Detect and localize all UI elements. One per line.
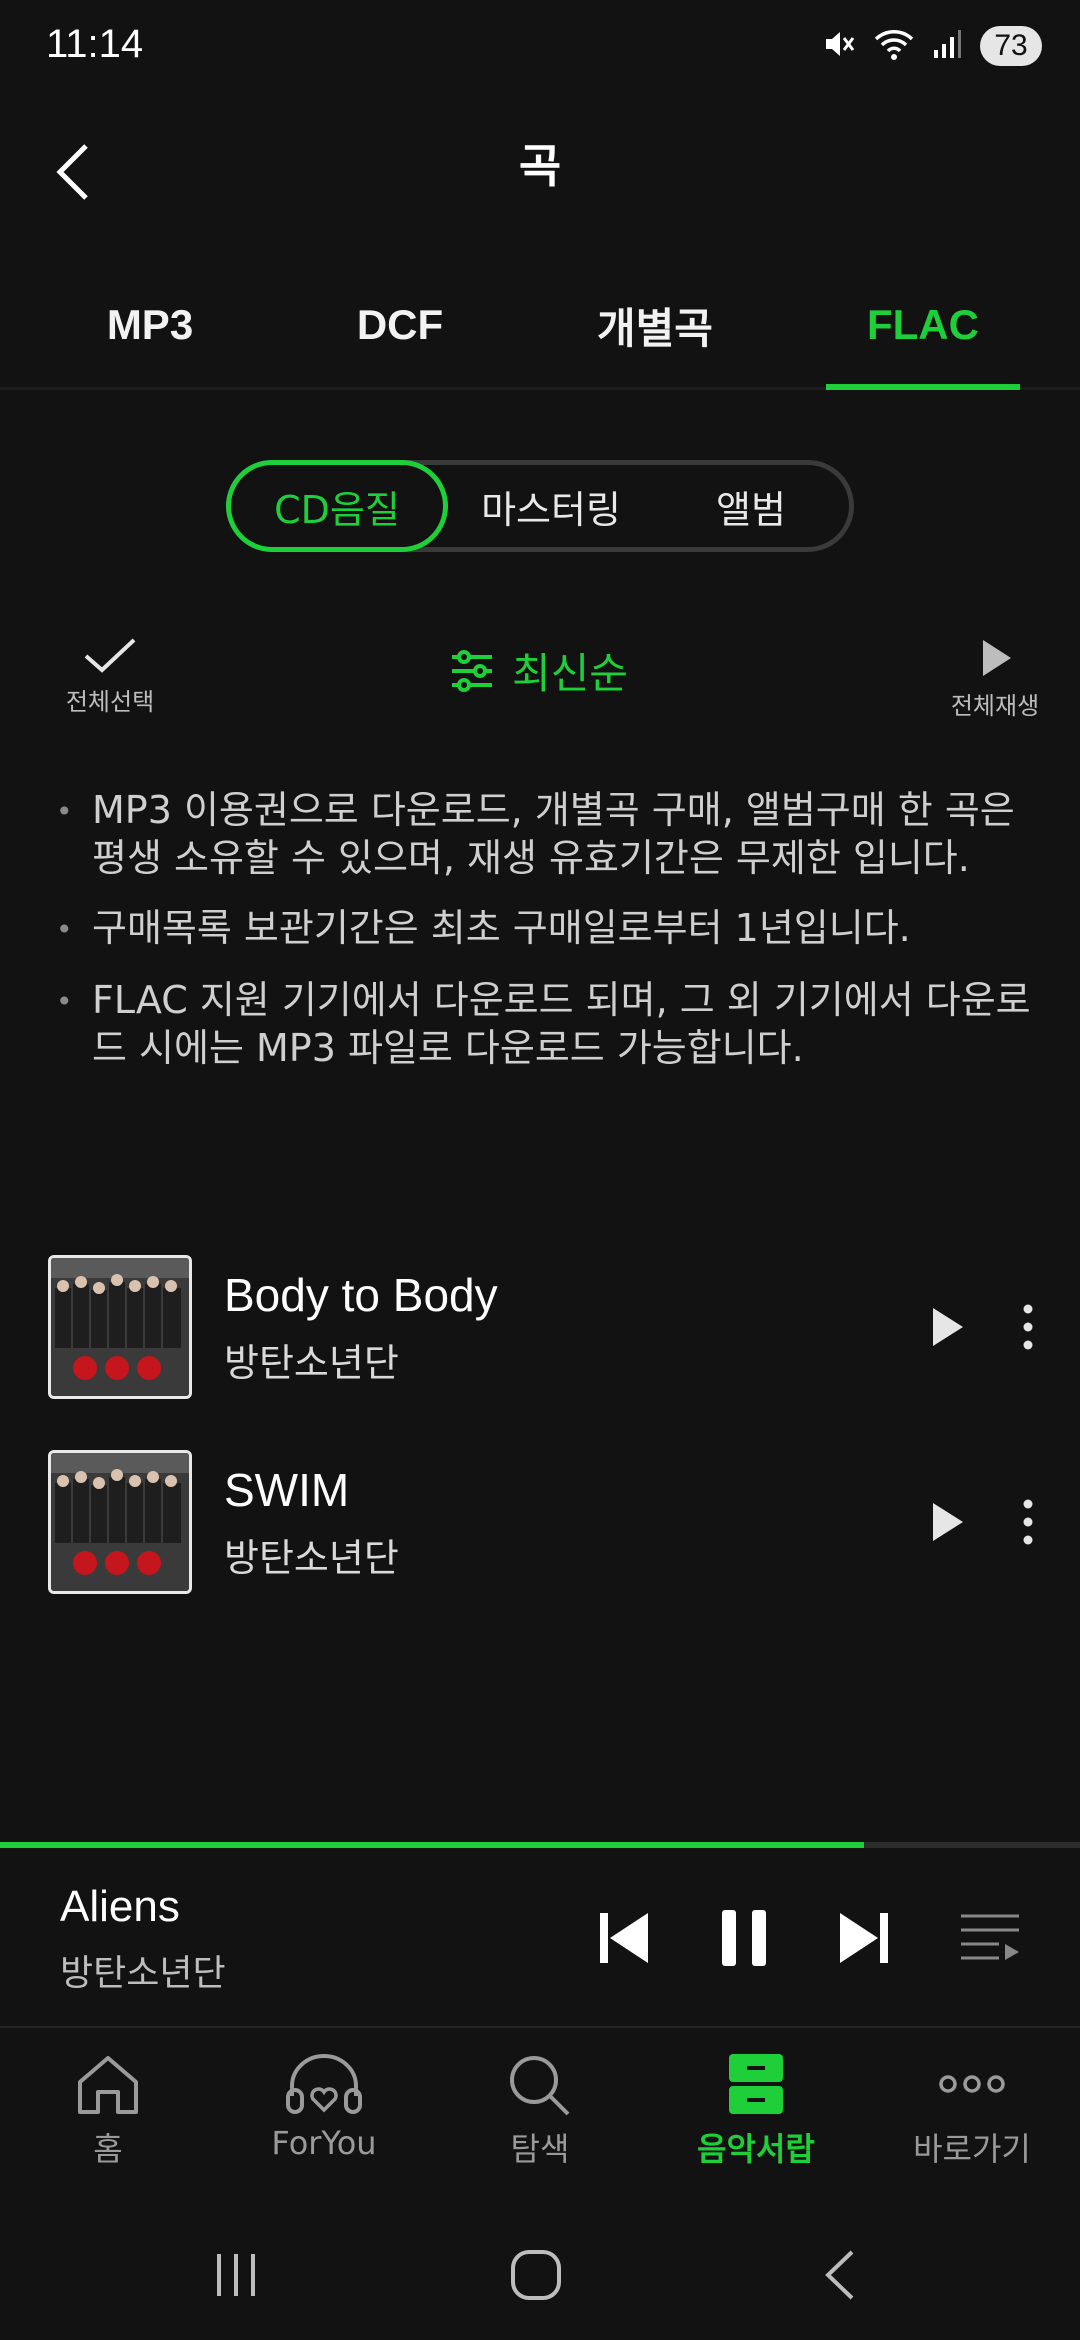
nav-label: 음악서랍 bbox=[697, 2130, 815, 2168]
select-all-label: 전체선택 bbox=[65, 688, 155, 716]
bottom-nav: 홈 ForYou 탐색 음악서랍 바로가기 bbox=[0, 2030, 1080, 2180]
segment-mastering[interactable]: 마스터링 bbox=[451, 460, 651, 552]
drawer-icon bbox=[729, 2054, 783, 2114]
notice-text: FLAC 지원 기기에서 다운로드 되며, 그 외 기기에서 다운로드 시에는 … bbox=[92, 978, 1031, 1070]
tab-mp3[interactable]: MP3 bbox=[60, 260, 240, 390]
home-icon bbox=[78, 2056, 138, 2114]
format-tabs: MP3 DCF 개별곡 FLAC bbox=[0, 260, 1080, 390]
nav-home[interactable]: 홈 bbox=[8, 2052, 208, 2170]
song-more-button[interactable] bbox=[1008, 1487, 1048, 1557]
mini-player[interactable]: Aliens 방탄소년단 bbox=[0, 1848, 1080, 2028]
segment-album[interactable]: 앨범 bbox=[651, 460, 851, 552]
nav-shortcuts[interactable]: 바로가기 bbox=[872, 2052, 1072, 2170]
notice-item: • MP3 이용권으로 다운로드, 개별곡 구매, 앨범구매 한 곡은 평생 소유… bbox=[56, 786, 1036, 882]
nav-foryou[interactable]: ForYou bbox=[224, 2052, 424, 2162]
playlist-button[interactable] bbox=[952, 1900, 1028, 1976]
signal-icon bbox=[932, 28, 962, 64]
song-artist: 방탄소년단 bbox=[224, 1340, 399, 1385]
previous-button[interactable] bbox=[586, 1900, 662, 1976]
play-icon bbox=[983, 640, 1011, 676]
status-icons: 73 bbox=[822, 26, 1042, 66]
notice-item: • FLAC 지원 기기에서 다운로드 되며, 그 외 기기에서 다운로드 시에는… bbox=[56, 976, 1036, 1072]
headphones-heart-icon bbox=[286, 2054, 362, 2114]
home-circle-icon bbox=[511, 2250, 561, 2300]
home-system-button[interactable] bbox=[496, 2240, 576, 2310]
tab-dcf[interactable]: DCF bbox=[310, 260, 490, 390]
bullet: • bbox=[56, 985, 73, 1018]
notice-text: 구매목록 보관기간은 최초 구매일로부터 1년입니다. bbox=[92, 906, 911, 950]
notice-list: • MP3 이용권으로 다운로드, 개별곡 구매, 앨범구매 한 곡은 평생 소유… bbox=[56, 786, 1036, 1094]
tab-label: FLAC bbox=[867, 301, 979, 348]
notice-item: • 구매목록 보관기간은 최초 구매일로부터 1년입니다. bbox=[56, 904, 1036, 954]
segment-label: 앨범 bbox=[716, 487, 786, 532]
nav-label: ForYou bbox=[271, 2124, 377, 2162]
notice-text: MP3 이용권으로 다운로드, 개별곡 구매, 앨범구매 한 곡은 평생 소유할… bbox=[92, 788, 1015, 880]
nav-label: 바로가기 bbox=[913, 2130, 1031, 2168]
play-icon bbox=[933, 1308, 963, 1346]
sliders-icon bbox=[452, 649, 492, 692]
nav-label: 홈 bbox=[93, 2130, 123, 2168]
bullet: • bbox=[56, 795, 73, 828]
play-icon bbox=[933, 1503, 963, 1541]
more-vertical-icon bbox=[1023, 1499, 1033, 1545]
list-item[interactable]: Body to Body 방탄소년단 bbox=[48, 1254, 1048, 1400]
tab-label: 개별곡 bbox=[597, 304, 713, 352]
search-icon bbox=[510, 2056, 570, 2116]
tab-individual[interactable]: 개별곡 bbox=[560, 260, 750, 390]
quality-segment: CD음질 마스터링 앨범 bbox=[226, 460, 854, 552]
active-tab-indicator bbox=[826, 384, 1020, 390]
system-navigation bbox=[0, 2220, 1080, 2320]
skip-previous-icon bbox=[600, 1913, 648, 1963]
playlist-icon bbox=[961, 1914, 1019, 1960]
pause-icon bbox=[722, 1910, 766, 1966]
back-system-button[interactable] bbox=[800, 2240, 880, 2310]
tab-label: DCF bbox=[356, 301, 444, 348]
nav-search[interactable]: 탐색 bbox=[440, 2052, 640, 2170]
segment-label: CD음질 bbox=[274, 487, 400, 532]
tab-flac[interactable]: FLAC bbox=[826, 260, 1020, 390]
recent-apps-button[interactable] bbox=[196, 2240, 276, 2310]
nav-label: 탐색 bbox=[510, 2130, 570, 2168]
song-title: SWIM bbox=[224, 1463, 350, 1516]
segment-cd-quality[interactable]: CD음질 bbox=[226, 460, 448, 552]
nav-music-drawer[interactable]: 음악서랍 bbox=[656, 2052, 856, 2170]
song-more-button[interactable] bbox=[1008, 1292, 1048, 1362]
mute-icon bbox=[822, 27, 856, 65]
select-all-button[interactable]: 전체선택 bbox=[50, 636, 170, 717]
sort-button[interactable]: 최신순 bbox=[450, 640, 628, 701]
sort-label: 최신순 bbox=[512, 649, 628, 698]
status-time: 11:14 bbox=[46, 22, 144, 66]
song-play-button[interactable] bbox=[912, 1487, 982, 1557]
check-icon bbox=[84, 638, 136, 673]
more-dots-icon bbox=[939, 2075, 1005, 2093]
skip-next-icon bbox=[840, 1913, 888, 1963]
play-all-button[interactable]: 전체재생 bbox=[930, 636, 1060, 721]
segment-label: 마스터링 bbox=[481, 487, 621, 532]
song-play-button[interactable] bbox=[912, 1292, 982, 1362]
tab-label: MP3 bbox=[106, 301, 194, 348]
page-title: 곡 bbox=[518, 139, 562, 193]
battery-indicator: 73 bbox=[980, 26, 1042, 66]
song-title: Body to Body bbox=[224, 1268, 498, 1321]
next-button[interactable] bbox=[826, 1900, 902, 1976]
more-vertical-icon bbox=[1023, 1304, 1033, 1350]
wifi-icon bbox=[874, 27, 914, 65]
album-cover bbox=[48, 1255, 192, 1399]
back-arrow-icon bbox=[825, 2250, 854, 2300]
now-playing-artist: 방탄소년단 bbox=[60, 1953, 226, 1994]
pause-button[interactable] bbox=[706, 1900, 782, 1976]
list-item[interactable]: SWIM 방탄소년단 bbox=[48, 1449, 1048, 1595]
now-playing-title: Aliens bbox=[60, 1882, 180, 1931]
bullet: • bbox=[56, 913, 73, 946]
album-cover bbox=[48, 1450, 192, 1594]
recent-apps-icon bbox=[217, 2254, 255, 2296]
song-artist: 방탄소년단 bbox=[224, 1535, 399, 1580]
play-all-label: 전체재생 bbox=[950, 692, 1040, 720]
